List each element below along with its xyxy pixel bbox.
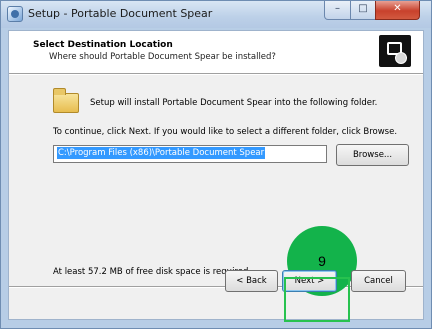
minimize-button[interactable]: –	[324, 1, 351, 20]
title-bar[interactable]: Setup - Portable Document Spear – □ ✕	[1, 1, 431, 28]
installer-logo-icon	[379, 35, 411, 67]
install-info-text: Setup will install Portable Document Spe…	[90, 98, 378, 108]
page-subtitle: Where should Portable Document Spear be …	[49, 52, 276, 62]
header-divider	[9, 73, 423, 75]
folder-icon	[53, 88, 79, 113]
maximize-button[interactable]: □	[350, 1, 376, 20]
back-button[interactable]: < Back	[225, 270, 278, 292]
cancel-button[interactable]: Cancel	[351, 270, 406, 292]
destination-path-input[interactable]: C:\Program Files (x86)\Portable Document…	[53, 145, 327, 163]
instruction-text: To continue, click Next. If you would li…	[53, 127, 398, 137]
setup-app-icon	[7, 6, 23, 22]
setup-window: Setup - Portable Document Spear – □ ✕ Se…	[0, 0, 432, 329]
window-title: Setup - Portable Document Spear	[28, 7, 213, 20]
wizard-header: Select Destination Location Where should…	[9, 31, 423, 73]
close-button[interactable]: ✕	[375, 1, 420, 20]
disk-space-text: At least 57.2 MB of free disk space is r…	[53, 267, 252, 277]
page-title: Select Destination Location	[33, 40, 173, 50]
next-button[interactable]: Next >	[282, 270, 337, 292]
browse-button[interactable]: Browse...	[336, 144, 409, 166]
disc-icon	[395, 52, 407, 64]
destination-path-value: C:\Program Files (x86)\Portable Document…	[57, 147, 266, 159]
